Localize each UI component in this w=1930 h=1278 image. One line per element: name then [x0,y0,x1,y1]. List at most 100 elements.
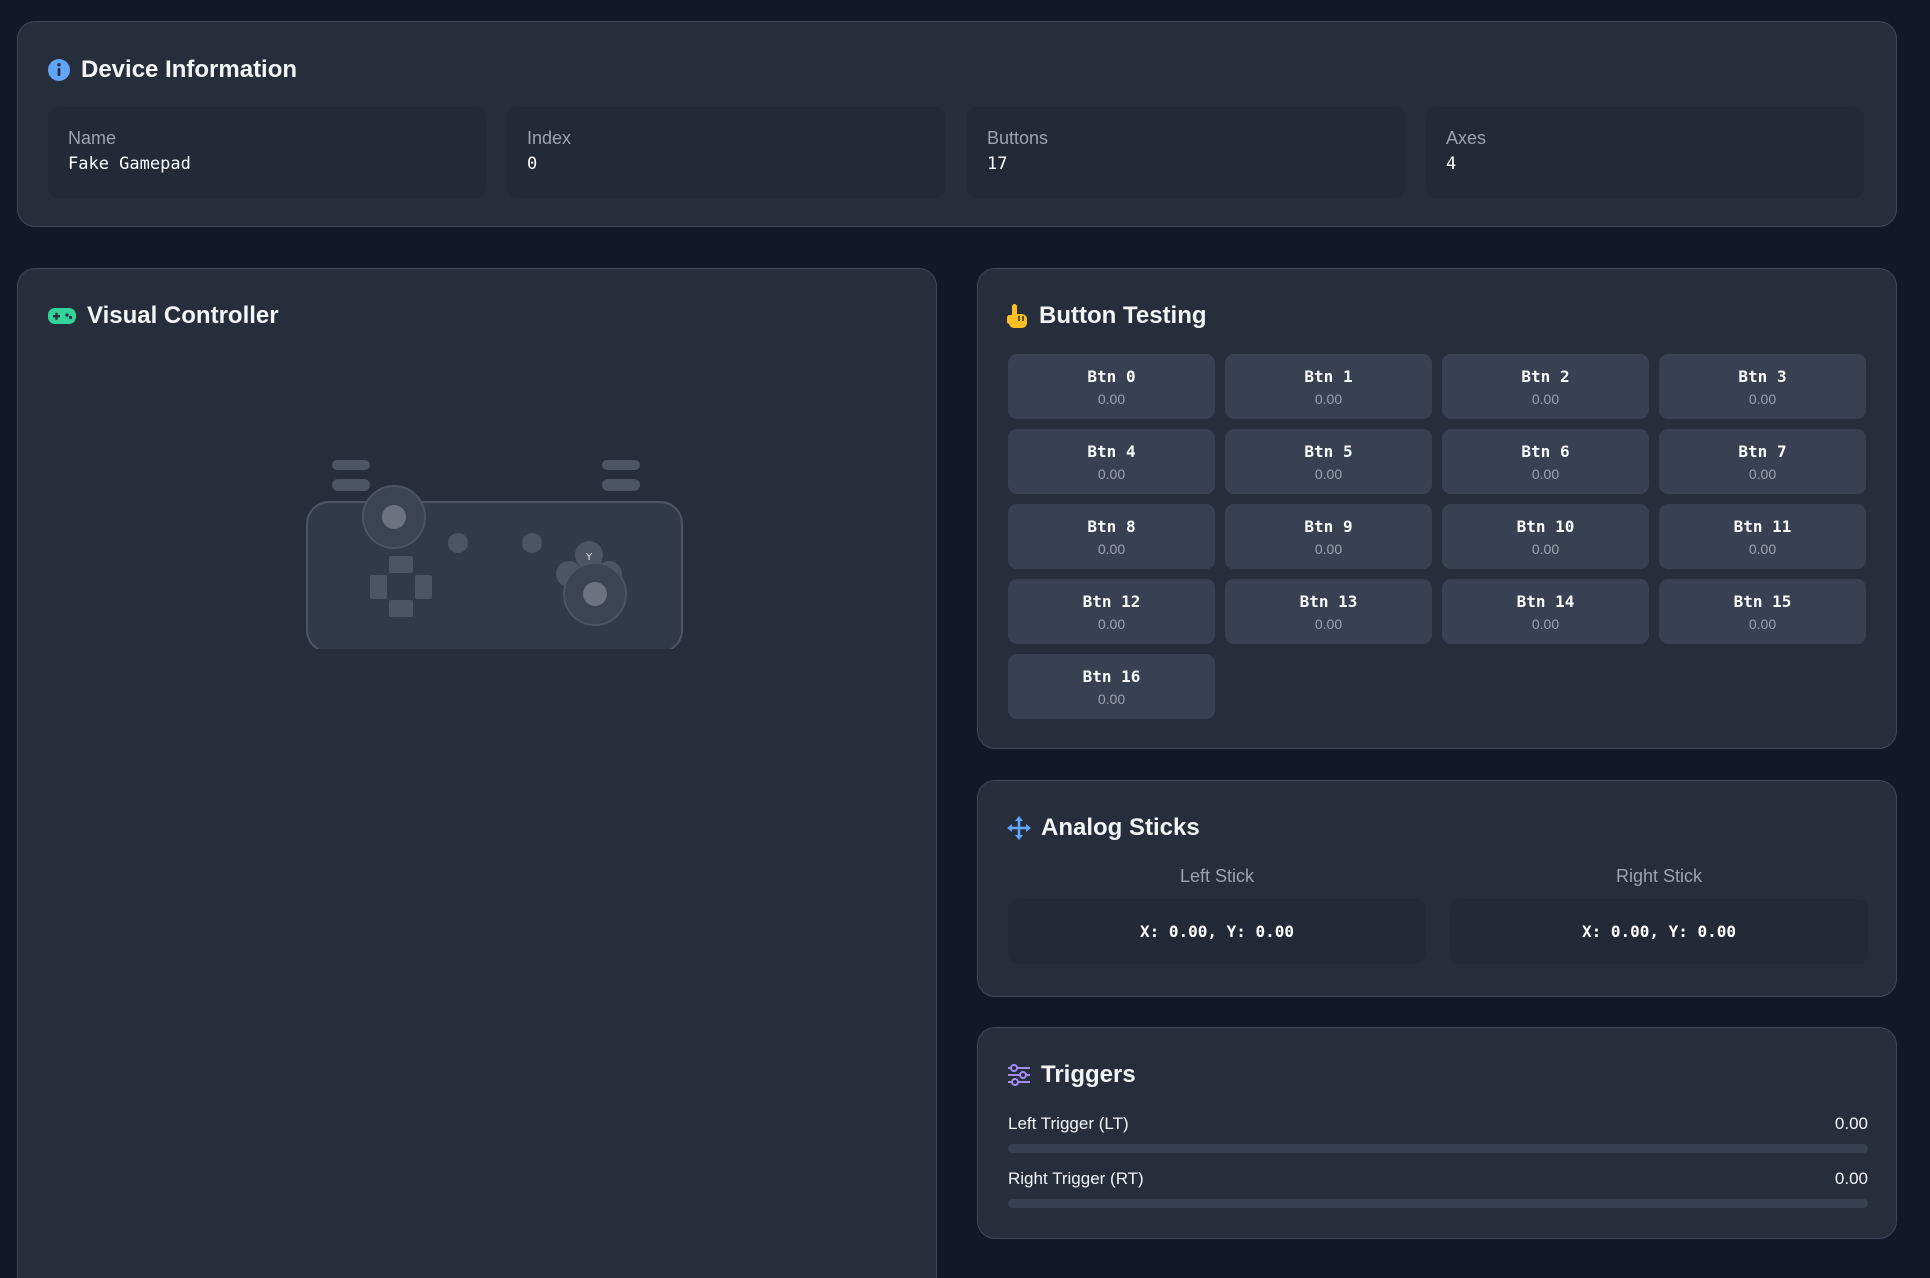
device-axes-box: Axes 4 [1426,107,1864,198]
button-tile-1[interactable]: Btn 1 0.00 [1225,354,1432,419]
button-tile-value: 0.00 [1097,690,1126,707]
button-tile-14[interactable]: Btn 14 0.00 [1442,579,1649,644]
analog-sticks-heading: Analog Sticks [1041,814,1200,841]
button-tile-5[interactable]: Btn 5 0.00 [1225,429,1432,494]
button-tile-13[interactable]: Btn 13 0.00 [1225,579,1432,644]
button-tile-9[interactable]: Btn 9 0.00 [1225,504,1432,569]
right-trigger-value: 0.00 [1834,1169,1868,1188]
button-tile-label: Btn 1 [1304,366,1353,386]
device-axes-value: 4 [1446,154,1457,174]
device-information-title: Device Information [47,56,297,84]
device-buttons-value: 17 [987,154,1008,174]
button-tile-value: 0.00 [1314,390,1343,407]
face-button-y-label: Y [585,552,593,563]
right-trigger-row: Right Trigger (RT) 0.00 [1008,1169,1868,1208]
button-tile-label: Btn 11 [1733,516,1792,536]
button-tile-2[interactable]: Btn 2 0.00 [1442,354,1649,419]
left-trigger-row: Left Trigger (LT) 0.00 [1008,1114,1868,1153]
right-stick-knob [583,582,607,606]
device-name-box: Name Fake Gamepad [48,107,486,198]
button-tile-value: 0.00 [1097,540,1126,557]
sliders-icon [1007,1064,1031,1086]
left-trigger-label: Left Trigger (LT) [1008,1114,1129,1133]
button-tile-label: Btn 8 [1087,516,1136,536]
dpad-right[interactable] [415,575,432,599]
left-trigger-value: 0.00 [1834,1114,1868,1133]
button-tile-12[interactable]: Btn 12 0.00 [1008,579,1215,644]
button-tile-label: Btn 16 [1082,666,1141,686]
button-tile-3[interactable]: Btn 3 0.00 [1659,354,1866,419]
device-buttons-label: Buttons [987,128,1049,148]
right-stick-value: X: 0.00, Y: 0.00 [1450,899,1868,964]
button-tile-label: Btn 0 [1087,366,1136,386]
button-tile-10[interactable]: Btn 10 0.00 [1442,504,1649,569]
button-tile-value: 0.00 [1314,465,1343,482]
left-bumper[interactable] [332,460,370,470]
right-stick-label: Right Stick [1615,866,1703,886]
start-button[interactable] [522,533,542,553]
analog-sticks-card: Analog Sticks Left Stick X: 0.00, Y: 0.0… [977,780,1897,997]
button-tile-label: Btn 7 [1738,441,1787,461]
device-index-label: Index [527,128,572,148]
device-index-box: Index 0 [507,107,945,198]
button-grid: Btn 0 0.00 Btn 1 0.00 Btn 2 0.00 Btn 3 0.00 Btn … [1008,354,1868,719]
button-tile-label: Btn 9 [1304,516,1353,536]
left-trigger[interactable] [332,479,370,491]
button-tile-label: Btn 15 [1733,591,1792,611]
button-testing-card: Button Testing Btn 0 0.00 Btn 1 0.00 Btn 2 0.… [977,268,1897,749]
visual-controller-card: Visual Controller Y [17,268,937,1278]
button-tile-15[interactable]: Btn 15 0.00 [1659,579,1866,644]
button-tile-11[interactable]: Btn 11 0.00 [1659,504,1866,569]
move-arrows-icon [1007,816,1031,840]
button-tile-4[interactable]: Btn 4 0.00 [1008,429,1215,494]
button-tile-8[interactable]: Btn 8 0.00 [1008,504,1215,569]
left-stick-panel: Left Stick X: 0.00, Y: 0.00 [1008,866,1426,964]
device-name-label: Name [68,128,117,148]
button-tile-label: Btn 12 [1082,591,1141,611]
button-tile-label: Btn 10 [1516,516,1575,536]
info-circle-icon [47,58,71,82]
button-tile-value: 0.00 [1531,390,1560,407]
dpad-down[interactable] [389,600,413,617]
button-tile-value: 0.00 [1748,615,1777,632]
button-tile-7[interactable]: Btn 7 0.00 [1659,429,1866,494]
button-testing-title: Button Testing [1007,302,1207,330]
device-information-card: Device Information Name Fake Gamepad Ind… [17,21,1897,227]
controller-diagram: Y [306,460,683,649]
right-trigger[interactable] [602,479,640,491]
right-trigger-label: Right Trigger (RT) [1008,1169,1144,1188]
button-tile-value: 0.00 [1531,615,1560,632]
button-tile-16[interactable]: Btn 16 0.00 [1008,654,1215,719]
visual-controller-title: Visual Controller [47,302,279,330]
button-tile-value: 0.00 [1097,615,1126,632]
device-information-heading: Device Information [81,56,298,83]
button-tile-value: 0.00 [1097,465,1126,482]
button-tile-value: 0.00 [1748,465,1777,482]
right-stick-panel: Right Stick X: 0.00, Y: 0.00 [1450,866,1868,964]
button-tile-0[interactable]: Btn 0 0.00 [1008,354,1215,419]
left-stick-label: Left Stick [1179,866,1255,886]
triggers-card: Triggers Left Trigger (LT) 0.00 Right Tr… [977,1027,1897,1239]
gamepad-icon [47,306,77,326]
button-tile-6[interactable]: Btn 6 0.00 [1442,429,1649,494]
triggers-title: Triggers [1007,1061,1136,1089]
left-stick-knob [382,505,406,529]
button-testing-heading: Button Testing [1039,302,1207,329]
button-tile-label: Btn 2 [1521,366,1570,386]
visual-controller-heading: Visual Controller [87,302,279,329]
button-tile-value: 0.00 [1531,540,1560,557]
right-trigger-bar [1008,1199,1868,1208]
left-trigger-bar [1008,1144,1868,1153]
device-index-value: 0 [527,154,538,174]
button-tile-value: 0.00 [1314,540,1343,557]
dpad-left[interactable] [370,575,387,599]
button-tile-label: Btn 13 [1299,591,1358,611]
pointing-hand-icon [1007,303,1029,329]
select-button[interactable] [448,533,468,553]
button-tile-value: 0.00 [1097,390,1126,407]
button-tile-label: Btn 4 [1087,441,1136,461]
device-axes-label: Axes [1446,128,1487,148]
right-bumper[interactable] [602,460,640,470]
dpad-up[interactable] [389,556,413,573]
button-tile-label: Btn 3 [1738,366,1787,386]
